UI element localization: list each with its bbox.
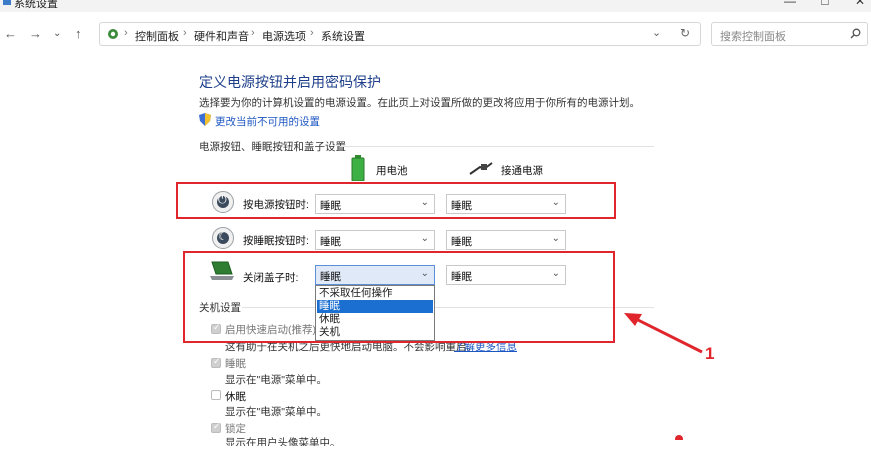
lock-option-label: 锁定: [225, 423, 246, 435]
power-plug-icon: [469, 162, 493, 175]
search-placeholder: 搜索控制面板: [720, 31, 786, 43]
section-buttons-title: 电源按钮、睡眠按钮和盖子设置: [199, 141, 346, 153]
address-dropdown-icon[interactable]: ⌄: [652, 26, 661, 39]
sleep-button-battery-select[interactable]: 睡眠 ⌄: [315, 230, 435, 250]
address-bar[interactable]: › 控制面板 › 硬件和声音 › 电源选项 › 系统设置 ⌄ ↻: [99, 22, 701, 46]
column-battery-label: 用电池: [376, 165, 408, 177]
breadcrumb-separator-icon: ›: [310, 27, 314, 39]
breadcrumb-separator-icon: ›: [124, 27, 128, 39]
breadcrumb-power-options[interactable]: 电源选项: [262, 28, 306, 44]
section-divider: [340, 146, 654, 147]
hibernate-option-label: 休眠: [225, 391, 246, 403]
refresh-icon[interactable]: ↻: [680, 26, 690, 40]
change-settings-link[interactable]: 更改当前不可用的设置: [215, 114, 320, 129]
back-arrow-icon[interactable]: ←: [4, 26, 17, 41]
hibernate-option-note: 显示在"电源"菜单中。: [225, 406, 327, 418]
page-title: 定义电源按钮并启用密码保护: [199, 74, 381, 90]
sleep-button-label: 按睡眠按钮时:: [243, 235, 309, 247]
annotation-highlight-box: [183, 251, 615, 343]
sleep-option-label: 睡眠: [225, 358, 246, 370]
sleep-button-icon: ☾: [212, 227, 234, 249]
breadcrumb-separator-icon: ›: [183, 27, 187, 39]
lock-option-note: 显示在用户头像菜单中。: [225, 437, 341, 449]
minimize-icon[interactable]: —: [780, 0, 800, 8]
window-title: 系统设置: [14, 0, 58, 10]
forward-arrow-icon[interactable]: →: [29, 26, 42, 41]
breadcrumb-hardware-sound[interactable]: 硬件和声音: [194, 28, 249, 44]
annotation-highlight-box: [176, 182, 616, 219]
page-description: 选择要为你的计算机设置的电源设置。在此页上对设置所做的更改将应用于你所有的电源计…: [199, 97, 640, 109]
chevron-down-icon: ⌄: [420, 233, 429, 244]
column-plugged-label: 接通电源: [501, 165, 543, 177]
sleep-button-plugged-select[interactable]: 睡眠 ⌄: [446, 230, 566, 250]
annotation-number-label: 1: [705, 344, 715, 363]
search-icon[interactable]: [850, 28, 861, 39]
breadcrumb-separator-icon: ›: [251, 27, 255, 39]
lock-checkbox[interactable]: [211, 421, 221, 433]
sleep-option-note: 显示在"电源"菜单中。: [225, 374, 327, 386]
annotation-dot-icon: [675, 435, 683, 440]
sleep-checkbox[interactable]: [211, 356, 221, 368]
control-panel-icon: [108, 29, 118, 39]
chevron-down-icon: ⌄: [551, 233, 560, 244]
shield-icon: [199, 113, 211, 126]
moon-icon: ☾: [218, 231, 228, 243]
title-bar: 系统设置 — □ ✕: [0, 0, 871, 12]
breadcrumb-system-settings[interactable]: 系统设置: [321, 28, 365, 44]
battery-icon: [351, 155, 365, 181]
breadcrumb-control-panel[interactable]: 控制面板: [135, 28, 179, 44]
recent-chevron-icon[interactable]: ⌄: [53, 28, 61, 39]
maximize-icon[interactable]: □: [815, 0, 835, 8]
close-icon[interactable]: ✕: [850, 0, 870, 8]
hibernate-checkbox[interactable]: [211, 390, 221, 400]
search-box[interactable]: 搜索控制面板: [711, 22, 868, 46]
up-arrow-icon[interactable]: ↑: [75, 26, 82, 41]
window-icon: [3, 0, 11, 5]
